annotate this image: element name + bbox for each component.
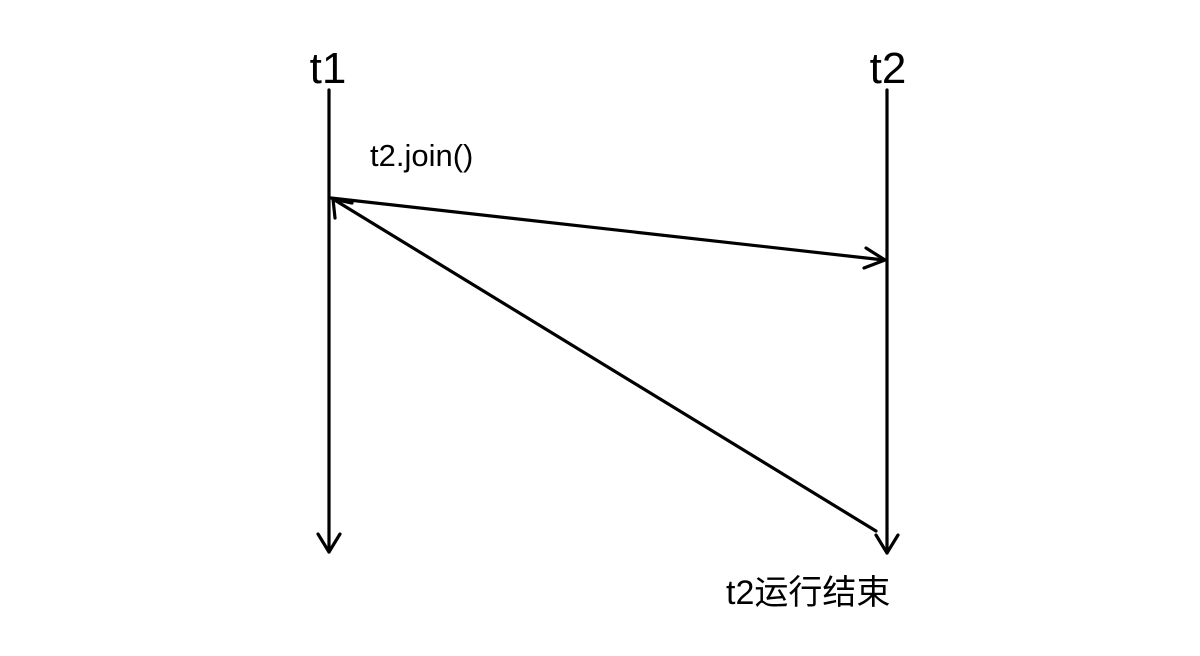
thread-t1-label: t1 bbox=[310, 44, 347, 93]
join-arrow-line bbox=[329, 196, 886, 262]
join-arrow bbox=[329, 196, 887, 270]
thread-t2-lifeline bbox=[874, 88, 900, 555]
thread-t1-lifeline bbox=[316, 88, 342, 554]
t2-end-label: t2运行结束 bbox=[726, 574, 890, 612]
thread-t2-label: t2 bbox=[870, 44, 907, 93]
join-message-label: t2.join() bbox=[370, 138, 473, 173]
sequence-diagram: t1 t2 t2.join() t2运行结束 bbox=[310, 44, 907, 612]
